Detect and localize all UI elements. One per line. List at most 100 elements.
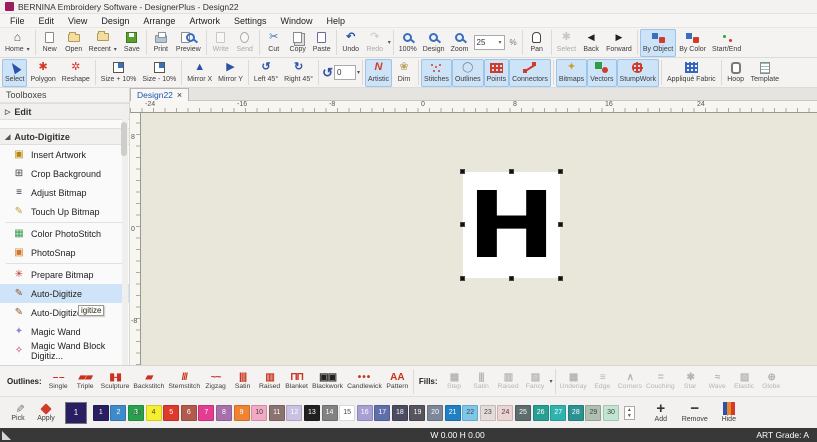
color-swatch-12[interactable]: 12 bbox=[286, 405, 302, 421]
template-button[interactable]: Template bbox=[748, 59, 782, 87]
color-swatch-4[interactable]: 4 bbox=[146, 405, 162, 421]
menu-arrange[interactable]: Arrange bbox=[143, 16, 175, 26]
color-swatch-18[interactable]: 18 bbox=[392, 405, 408, 421]
tab-design22[interactable]: Design22× bbox=[130, 88, 189, 101]
sidebar-section-edit[interactable]: ▷Edit bbox=[0, 103, 129, 120]
outline-blackwork-button[interactable]: ▣▣Blackwork bbox=[310, 367, 345, 396]
apply-color-button[interactable]: Apply bbox=[32, 398, 60, 428]
outline-backstitch-button[interactable]: ▰Backstitch bbox=[131, 367, 166, 396]
zoom-100-button[interactable]: 100% bbox=[396, 29, 420, 57]
mirror-y-button[interactable]: ▶Mirror Y bbox=[215, 59, 246, 87]
pan-button[interactable]: Pan bbox=[525, 29, 549, 57]
stumpwork-view-button[interactable]: StumpWork bbox=[617, 59, 659, 87]
zoom-button[interactable]: Zoom bbox=[448, 29, 472, 57]
by-object-button[interactable]: By Object bbox=[640, 29, 676, 57]
size-down-button[interactable]: Size - 10% bbox=[139, 59, 179, 87]
color-swatch-16[interactable]: 16 bbox=[357, 405, 373, 421]
color-swatch-14[interactable]: 14 bbox=[322, 405, 338, 421]
toolbar-overflow-icon[interactable]: ▾ bbox=[388, 39, 391, 46]
sidebar-item-insert-artwork[interactable]: ▣Insert Artwork bbox=[0, 145, 129, 164]
toolbar-overflow-icon[interactable]: ▾ bbox=[550, 378, 553, 385]
sidebar-item-touch-up-bitmap[interactable]: ✎Touch Up Bitmap bbox=[0, 202, 129, 221]
outline-blanket-button[interactable]: ΠΠBlanket bbox=[283, 367, 310, 396]
color-swatch-17[interactable]: 17 bbox=[374, 405, 390, 421]
outline-pattern-button[interactable]: AAPattern bbox=[384, 367, 411, 396]
sidebar-item-crop-background[interactable]: ⊞Crop Background bbox=[0, 164, 129, 183]
forward-button[interactable]: ▶Forward bbox=[603, 29, 635, 57]
color-swatch-27[interactable]: 27 bbox=[550, 405, 566, 421]
menu-help[interactable]: Help bbox=[327, 16, 346, 26]
outlines-view-button[interactable]: ◯Outlines bbox=[452, 59, 484, 87]
color-swatch-22[interactable]: 22 bbox=[462, 405, 478, 421]
color-swatch-23[interactable]: 23 bbox=[480, 405, 496, 421]
artistic-view-button[interactable]: NArtistic bbox=[365, 59, 392, 87]
close-icon[interactable]: × bbox=[177, 90, 182, 100]
sidebar-item-auto-digitize[interactable]: ✎Auto-Digitize bbox=[0, 284, 129, 303]
chevron-down-icon[interactable]: ▾ bbox=[499, 39, 502, 46]
outline-stemstitch-button[interactable]: ///Stemstitch bbox=[166, 367, 202, 396]
color-swatch-10[interactable]: 10 bbox=[251, 405, 267, 421]
color-swatch-8[interactable]: 8 bbox=[216, 405, 232, 421]
selection-handle[interactable] bbox=[558, 276, 563, 281]
zoom-design-button[interactable]: Design bbox=[420, 29, 448, 57]
recent-button[interactable]: Recent ▾ bbox=[86, 29, 120, 57]
points-view-button[interactable]: Points bbox=[484, 59, 509, 87]
copy-button[interactable]: Copy bbox=[286, 29, 310, 57]
applique-fabric-button[interactable]: Appliqué Fabric bbox=[664, 59, 719, 87]
outline-raised-button[interactable]: ▥Raised bbox=[256, 367, 283, 396]
color-swatch-20[interactable]: 20 bbox=[427, 405, 443, 421]
chevron-down-icon[interactable]: ▾ bbox=[357, 69, 360, 76]
rotate-right-45-button[interactable]: ↻Right 45° bbox=[281, 59, 316, 87]
color-swatch-25[interactable]: 25 bbox=[515, 405, 531, 421]
mirror-x-button[interactable]: ▲Mirror X bbox=[184, 59, 215, 87]
color-swatch-24[interactable]: 24 bbox=[497, 405, 513, 421]
hide-colors-button[interactable]: Hide bbox=[715, 398, 743, 428]
color-swatch-11[interactable]: 11 bbox=[269, 405, 285, 421]
canvas-area[interactable]: Design22× -24 -16 -8 0 8 16 24 8 0 -8 -1… bbox=[130, 88, 817, 365]
selection-handle[interactable] bbox=[460, 169, 465, 174]
by-color-button[interactable]: By Color bbox=[676, 29, 709, 57]
sidebar-item-photosnap[interactable]: ▣PhotoSnap bbox=[0, 243, 129, 262]
add-color-button[interactable]: +Add bbox=[647, 398, 675, 428]
rotate-angle-input[interactable]: 0 bbox=[334, 65, 356, 80]
hoop-button[interactable]: Hoop bbox=[724, 59, 748, 87]
selection-handle[interactable] bbox=[558, 222, 563, 227]
outline-zigzag-button[interactable]: ~~Zigzag bbox=[202, 367, 229, 396]
menu-artwork[interactable]: Artwork bbox=[189, 16, 220, 26]
vectors-view-button[interactable]: Vectors bbox=[587, 59, 616, 87]
selection-handle[interactable] bbox=[558, 169, 563, 174]
open-button[interactable]: Open bbox=[62, 29, 86, 57]
menu-file[interactable]: File bbox=[10, 16, 25, 26]
color-swatch-5[interactable]: 5 bbox=[163, 405, 179, 421]
preview-button[interactable]: Preview bbox=[173, 29, 204, 57]
sidebar-item-magic-wand[interactable]: ✦Magic Wand bbox=[0, 322, 129, 341]
outline-triple-button[interactable]: ▰▰Triple bbox=[72, 367, 99, 396]
outline-sculpture-button[interactable]: ▮-▮Sculpture bbox=[99, 367, 132, 396]
start-end-button[interactable]: Start/End bbox=[709, 29, 744, 57]
color-swatch-2[interactable]: 2 bbox=[110, 405, 126, 421]
print-button[interactable]: Print bbox=[149, 29, 173, 57]
selection-handle[interactable] bbox=[460, 276, 465, 281]
color-swatch-28[interactable]: 28 bbox=[568, 405, 584, 421]
new-button[interactable]: New bbox=[38, 29, 62, 57]
selection-handle[interactable] bbox=[509, 169, 514, 174]
bitmaps-view-button[interactable]: ✦Bitmaps bbox=[556, 59, 587, 87]
paste-button[interactable]: Paste bbox=[310, 29, 334, 57]
undo-button[interactable]: ↶Undo bbox=[339, 29, 363, 57]
zoom-level-combo[interactable]: 25▾ bbox=[474, 35, 505, 50]
sidebar-item-magic-wand-block-digitize[interactable]: ✧Magic Wand Block Digitiz... bbox=[0, 341, 129, 360]
color-swatch-7[interactable]: 7 bbox=[198, 405, 214, 421]
outline-single-button[interactable]: – –Single bbox=[45, 367, 72, 396]
selection-handle[interactable] bbox=[509, 276, 514, 281]
color-swatch-9[interactable]: 9 bbox=[234, 405, 250, 421]
scrollbar-thumb[interactable] bbox=[121, 122, 127, 156]
back-button[interactable]: ◀Back bbox=[579, 29, 603, 57]
stitches-view-button[interactable]: Stitches bbox=[421, 59, 452, 87]
menu-settings[interactable]: Settings bbox=[234, 16, 267, 26]
color-swatch-6[interactable]: 6 bbox=[181, 405, 197, 421]
outline-satin-button[interactable]: ||||Satin bbox=[229, 367, 256, 396]
select-tool-button[interactable]: Select bbox=[2, 59, 27, 87]
pick-color-button[interactable]: ✎Pick bbox=[4, 398, 32, 428]
current-color-swatch[interactable]: 1 bbox=[65, 402, 87, 424]
sidebar-item-color-photostitch[interactable]: ▦Color PhotoStitch bbox=[0, 224, 129, 243]
